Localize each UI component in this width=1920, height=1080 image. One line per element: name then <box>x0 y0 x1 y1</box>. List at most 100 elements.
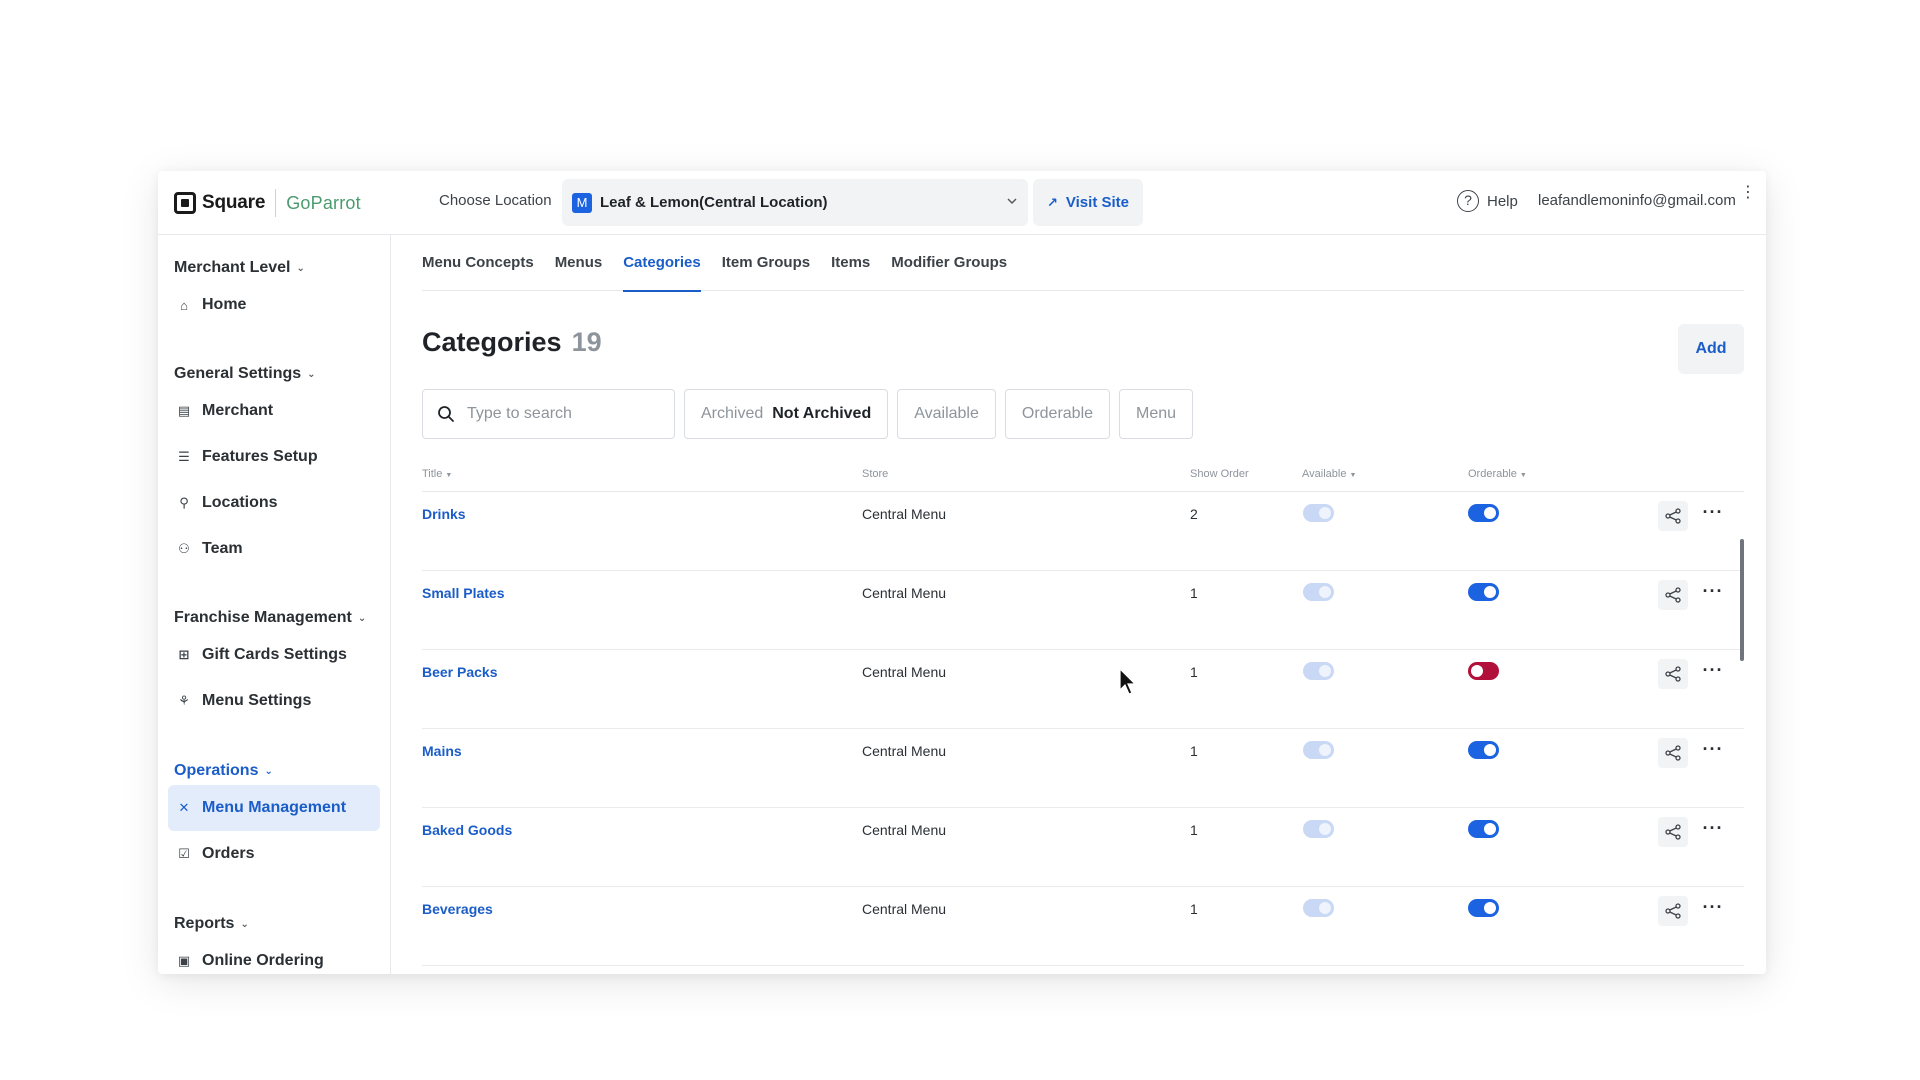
share-button[interactable] <box>1658 817 1688 847</box>
category-store: Central Menu <box>862 743 947 759</box>
menu-filter[interactable]: Menu <box>1119 389 1194 439</box>
map-pin-icon: ⚲ <box>179 495 189 510</box>
share-button[interactable] <box>1658 580 1688 610</box>
share-button[interactable] <box>1658 738 1688 768</box>
chevron-down-icon: ⌄ <box>307 368 316 380</box>
sidebar-item-menu-management[interactable]: ✕ Menu Management <box>168 785 380 831</box>
user-email[interactable]: leafandlemoninfo@gmail.com <box>1538 192 1736 209</box>
available-toggle[interactable] <box>1303 899 1334 917</box>
sidebar-item-label: Online Ordering <box>202 952 324 969</box>
sidebar-item-label: Merchant <box>202 402 274 419</box>
orderable-toggle[interactable] <box>1468 583 1499 601</box>
location-avatar: M <box>572 192 592 213</box>
share-button[interactable] <box>1658 659 1688 689</box>
share-button[interactable] <box>1658 501 1688 531</box>
category-store: Central Menu <box>862 585 947 601</box>
available-toggle[interactable] <box>1303 820 1334 838</box>
sidebar-item-features-setup[interactable]: ☰ Features Setup <box>168 434 380 480</box>
sidebar-section-operations[interactable]: Operations ⌄ <box>174 762 273 780</box>
category-store: Central Menu <box>862 901 947 917</box>
category-title-link[interactable]: Beer Packs <box>422 650 498 694</box>
sidebar-item-locations[interactable]: ⚲ Locations <box>168 480 380 526</box>
column-header-show-order: Show Order <box>1190 468 1249 480</box>
tab-item-groups[interactable]: Item Groups <box>722 235 810 291</box>
archived-filter[interactable]: Archived Not Archived <box>684 389 889 439</box>
scrollbar-thumb[interactable] <box>1740 539 1744 661</box>
sort-icon: ▼ <box>445 472 453 479</box>
tab-modifier-groups[interactable]: Modifier Groups <box>891 235 1007 291</box>
table-row[interactable]: Beer Packs Central Menu 1 ··· <box>422 650 1744 729</box>
table-row[interactable]: Mains Central Menu 1 ··· <box>422 729 1744 808</box>
orderable-toggle[interactable] <box>1468 662 1499 680</box>
table-row[interactable]: Drinks Central Menu 2 ··· <box>422 492 1744 571</box>
external-arrow-icon: ↗ <box>1047 194 1058 210</box>
sidebar-item-merchant[interactable]: ▤ Merchant <box>168 388 380 434</box>
main-content: Menu Concepts Menus Categories Item Grou… <box>392 235 1766 974</box>
category-title-link[interactable]: Small Plates <box>422 571 505 615</box>
tab-menu-concepts[interactable]: Menu Concepts <box>422 235 534 291</box>
category-title-link[interactable]: Beverages <box>422 887 493 931</box>
chevron-down-icon <box>1007 198 1017 204</box>
visit-site-label: Visit Site <box>1065 194 1129 211</box>
tab-items[interactable]: Items <box>831 235 870 291</box>
visit-site-button[interactable]: ↗ Visit Site <box>1033 179 1143 226</box>
category-title-link[interactable]: Baked Goods <box>422 808 512 852</box>
available-toggle[interactable] <box>1303 583 1334 601</box>
orderable-toggle[interactable] <box>1468 820 1499 838</box>
more-actions-button[interactable]: ··· <box>1698 738 1728 768</box>
brand-goparrot-text: GoParrot <box>286 192 361 213</box>
more-actions-button[interactable]: ··· <box>1698 580 1728 610</box>
square-logo-icon <box>174 192 196 214</box>
category-title-link[interactable]: Drinks <box>422 492 466 536</box>
orderable-toggle[interactable] <box>1468 741 1499 759</box>
tab-menus[interactable]: Menus <box>555 235 603 291</box>
column-header-available[interactable]: Available ▼ <box>1302 468 1356 480</box>
category-title-link[interactable]: Mains <box>422 729 462 773</box>
help-button[interactable]: ? Help <box>1457 190 1518 212</box>
orderable-toggle[interactable] <box>1468 504 1499 522</box>
table-row[interactable]: Baked Goods Central Menu 1 ··· <box>422 808 1744 887</box>
sidebar-item-home[interactable]: ⌂ Home <box>168 282 380 328</box>
sidebar-item-menu-settings[interactable]: ⚘ Menu Settings <box>168 678 380 724</box>
sidebar-item-label: Gift Cards Settings <box>202 646 347 663</box>
category-show-order: 1 <box>1190 585 1198 601</box>
available-filter[interactable]: Available <box>897 389 996 439</box>
share-button[interactable] <box>1658 896 1688 926</box>
category-store: Central Menu <box>862 664 947 680</box>
team-icon: ⚇ <box>178 541 190 556</box>
sidebar-item-orders[interactable]: ☑ Orders <box>168 831 380 877</box>
orderable-filter[interactable]: Orderable <box>1004 389 1111 439</box>
brand-logo[interactable]: Square GoParrot <box>174 189 361 217</box>
add-button[interactable]: Add <box>1678 324 1744 374</box>
sidebar-section-label: Reports <box>174 915 235 932</box>
account-menu-icon[interactable]: ⋮ <box>1740 185 1756 201</box>
more-actions-button[interactable]: ··· <box>1698 659 1728 689</box>
more-actions-button[interactable]: ··· <box>1698 501 1728 531</box>
tab-categories[interactable]: Categories <box>623 235 701 292</box>
sidebar-section-merchant-level[interactable]: Merchant Level ⌄ <box>174 259 305 277</box>
sidebar-item-label: Team <box>202 540 243 557</box>
search-input[interactable] <box>467 405 657 423</box>
sidebar-section-general-settings[interactable]: General Settings ⌄ <box>174 365 316 383</box>
sidebar-section-reports[interactable]: Reports ⌄ <box>174 915 249 933</box>
location-select[interactable]: M Leaf & Lemon(Central Location) <box>562 179 1028 226</box>
column-header-title[interactable]: Title ▼ <box>422 468 452 480</box>
more-actions-button[interactable]: ··· <box>1698 817 1728 847</box>
category-store: Central Menu <box>862 506 947 522</box>
tab-bar: Menu Concepts Menus Categories Item Grou… <box>422 235 1744 292</box>
sidebar-section-franchise-management[interactable]: Franchise Management ⌄ <box>174 609 366 627</box>
sidebar-item-label: Home <box>202 296 247 313</box>
more-actions-button[interactable]: ··· <box>1698 896 1728 926</box>
search-box[interactable] <box>422 389 675 439</box>
sidebar-item-online-ordering[interactable]: ▣ Online Ordering <box>168 938 380 974</box>
sidebar-item-gift-cards-settings[interactable]: ⊞ Gift Cards Settings <box>168 632 380 678</box>
orderable-toggle[interactable] <box>1468 899 1499 917</box>
table-row[interactable]: Beverages Central Menu 1 ··· <box>422 887 1744 966</box>
table-row[interactable]: Small Plates Central Menu 1 ··· <box>422 571 1744 650</box>
available-toggle[interactable] <box>1303 662 1334 680</box>
column-header-orderable[interactable]: Orderable ▼ <box>1468 468 1527 480</box>
archived-filter-value: Not Archived <box>772 405 872 422</box>
available-toggle[interactable] <box>1303 504 1334 522</box>
available-toggle[interactable] <box>1303 741 1334 759</box>
sidebar-item-team[interactable]: ⚇ Team <box>168 526 380 572</box>
